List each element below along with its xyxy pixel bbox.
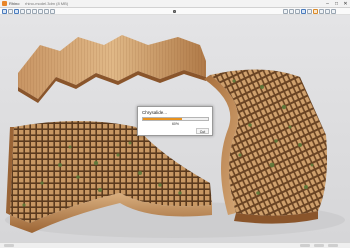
- progress-bar-fill: [143, 118, 182, 120]
- redo-icon[interactable]: [32, 9, 37, 14]
- right-grid-shell: [204, 69, 327, 224]
- cancel-button[interactable]: Cut: [196, 128, 209, 134]
- pan-icon[interactable]: [289, 9, 294, 14]
- close-icon[interactable]: ✕: [341, 0, 350, 8]
- progress-percent-label: 60%: [171, 122, 179, 126]
- maximize-icon[interactable]: □: [332, 0, 341, 8]
- settings-icon[interactable]: [325, 9, 330, 14]
- dialog-title: Chrysalide...: [142, 110, 168, 115]
- app-name: Rhino: [9, 1, 20, 6]
- document-title: rhino-model.3dm (8 MB): [25, 1, 69, 6]
- material-icon[interactable]: [313, 9, 318, 14]
- zoom-icon[interactable]: [283, 9, 288, 14]
- minimize-icon[interactable]: –: [323, 0, 332, 8]
- window-title-bar: Rhino rhino-model.3dm (8 MB) – □ ✕: [0, 0, 350, 8]
- help-icon[interactable]: [331, 9, 336, 14]
- view-icon[interactable]: [301, 9, 306, 14]
- main-toolbar: [0, 8, 350, 15]
- status-bar: [0, 242, 350, 248]
- copy-icon[interactable]: [44, 9, 49, 14]
- layer-icon[interactable]: [319, 9, 324, 14]
- progress-bar: [142, 117, 209, 121]
- wavy-panel: [18, 35, 206, 103]
- print-icon[interactable]: [20, 9, 25, 14]
- status-segment: [314, 244, 324, 247]
- status-segment: [4, 244, 14, 247]
- toolbar-right-group: [283, 9, 336, 14]
- new-file-icon[interactable]: [2, 9, 7, 14]
- status-segment: [328, 244, 338, 247]
- save-icon[interactable]: [14, 9, 19, 14]
- cursor-icon: [173, 10, 176, 13]
- rotate-icon[interactable]: [295, 9, 300, 14]
- open-icon[interactable]: [8, 9, 13, 14]
- paste-icon[interactable]: [50, 9, 55, 14]
- status-segment: [300, 244, 310, 247]
- cut-icon[interactable]: [38, 9, 43, 14]
- toolbar-left-group: [2, 9, 55, 14]
- undo-icon[interactable]: [26, 9, 31, 14]
- render-icon[interactable]: [307, 9, 312, 14]
- app-logo-icon: [2, 1, 7, 6]
- progress-dialog: Chrysalide... 60% Cut: [137, 106, 213, 136]
